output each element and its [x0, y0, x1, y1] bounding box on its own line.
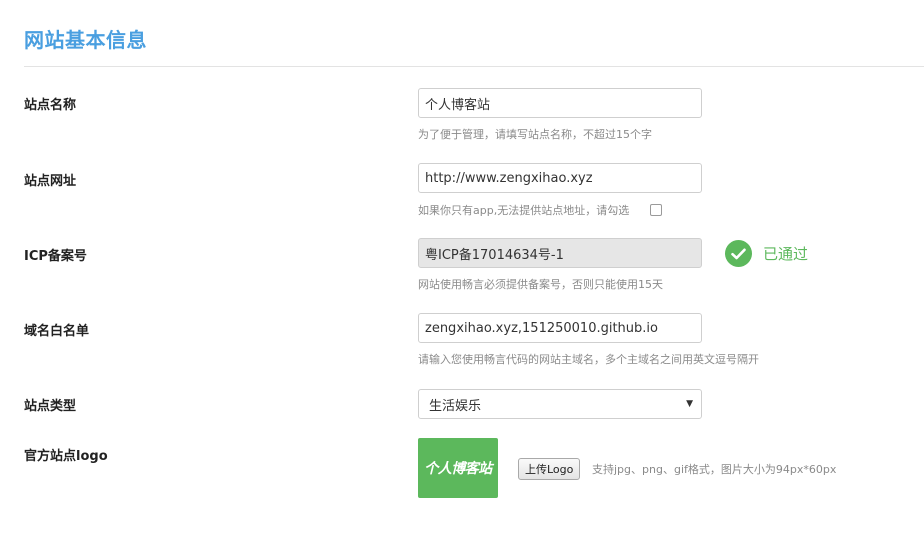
logo-preview: 个人博客站 [418, 438, 498, 498]
icp-input [418, 238, 702, 268]
icp-label: ICP备案号 [24, 249, 87, 264]
chevron-down-icon: ▼ [686, 399, 693, 409]
domain-whitelist-input[interactable] [418, 313, 702, 343]
site-name-hint: 为了便于管理，请填写站点名称，不超过15个字 [418, 128, 652, 141]
site-type-selected: 生活娱乐 [429, 398, 482, 414]
domain-whitelist-label: 域名白名单 [24, 324, 90, 339]
site-url-hint: 如果你只有app,无法提供站点地址，请勾选 [418, 204, 630, 217]
no-site-checkbox[interactable] [650, 204, 662, 216]
icp-hint: 网站使用畅言必须提供备案号，否则只能使用15天 [418, 278, 663, 291]
upload-logo-button[interactable]: 上传Logo [518, 458, 581, 480]
domain-whitelist-hint: 请输入您使用畅言代码的网站主域名，多个主域名之间用英文逗号隔开 [418, 353, 759, 366]
page-title: 网站基本信息 [24, 28, 147, 52]
title-divider [24, 66, 924, 67]
logo-text: 个人博客站 [424, 461, 492, 477]
site-type-select[interactable]: 生活娱乐 ▼ [418, 389, 702, 419]
site-name-input[interactable] [418, 88, 702, 118]
site-name-label: 站点名称 [24, 98, 77, 113]
icp-status-text: 已通过 [763, 245, 809, 263]
icp-status: 已通过 [725, 240, 808, 267]
logo-hint: 支持jpg、png、gif格式，图片大小为94px*60px [592, 463, 837, 476]
check-circle-icon [725, 240, 752, 267]
site-type-label: 站点类型 [24, 399, 77, 414]
site-url-label: 站点网址 [24, 174, 77, 189]
logo-label: 官方站点logo [24, 449, 108, 464]
site-url-input[interactable] [418, 163, 702, 193]
